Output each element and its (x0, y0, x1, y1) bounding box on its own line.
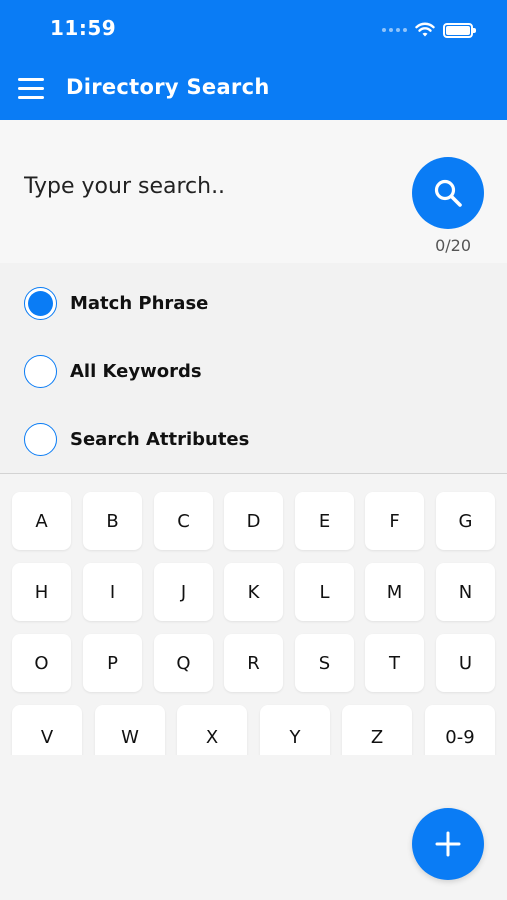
status-icons (382, 18, 476, 42)
option-label: All Keywords (70, 360, 202, 382)
letter-key[interactable]: X (177, 705, 247, 755)
letter-key[interactable]: T (365, 634, 424, 692)
letter-key[interactable]: E (295, 492, 354, 550)
search-icon (434, 179, 462, 207)
letter-key[interactable]: L (295, 563, 354, 621)
letter-key[interactable]: J (154, 563, 213, 621)
search-mode-options: Match Phrase All Keywords Search Attribu… (0, 263, 507, 474)
letter-key[interactable]: A (12, 492, 71, 550)
menu-button[interactable] (18, 78, 44, 100)
letter-key[interactable]: R (224, 634, 283, 692)
letter-key[interactable]: M (365, 563, 424, 621)
signal-icon (382, 28, 407, 32)
letter-key[interactable]: O (12, 634, 71, 692)
letter-key[interactable]: Y (260, 705, 330, 755)
letter-key[interactable]: S (295, 634, 354, 692)
letter-key[interactable]: H (12, 563, 71, 621)
option-label: Search Attributes (70, 428, 250, 450)
letter-key[interactable]: N (436, 563, 495, 621)
battery-icon (443, 22, 476, 38)
letter-key[interactable]: D (224, 492, 283, 550)
search-input[interactable] (24, 168, 384, 204)
add-button[interactable] (412, 808, 484, 880)
letter-key[interactable]: P (83, 634, 142, 692)
letter-key[interactable]: F (365, 492, 424, 550)
character-counter: 0/20 (435, 236, 471, 255)
search-area: 0/20 (0, 120, 507, 263)
letter-key[interactable]: G (436, 492, 495, 550)
letter-key[interactable]: U (436, 634, 495, 692)
letter-key[interactable]: I (83, 563, 142, 621)
letter-key[interactable]: Z (342, 705, 412, 755)
radio-selected-icon[interactable] (24, 286, 57, 320)
page-title: Directory Search (66, 75, 270, 99)
letter-key[interactable]: K (224, 563, 283, 621)
letter-key[interactable]: Q (154, 634, 213, 692)
option-all-keywords[interactable]: All Keywords (24, 354, 202, 388)
letter-key[interactable]: C (154, 492, 213, 550)
radio-unselected-icon[interactable] (24, 422, 57, 456)
app-header: 11:59 Directory Search (0, 0, 507, 120)
letter-key[interactable]: B (83, 492, 142, 550)
option-search-attributes[interactable]: Search Attributes (24, 422, 249, 456)
wifi-icon (415, 22, 435, 37)
option-match-phrase[interactable]: Match Phrase (24, 286, 208, 320)
search-button[interactable] (412, 157, 484, 229)
letter-key[interactable]: 0-9 (425, 705, 495, 755)
option-label: Match Phrase (70, 292, 209, 314)
plus-icon (435, 831, 461, 857)
status-time: 11:59 (50, 16, 117, 40)
letter-key[interactable]: W (95, 705, 165, 755)
radio-unselected-icon[interactable] (24, 354, 57, 388)
letter-key[interactable]: V (12, 705, 82, 755)
letter-index: A B C D E F G H I J K L M N O P Q R S T … (0, 475, 507, 755)
